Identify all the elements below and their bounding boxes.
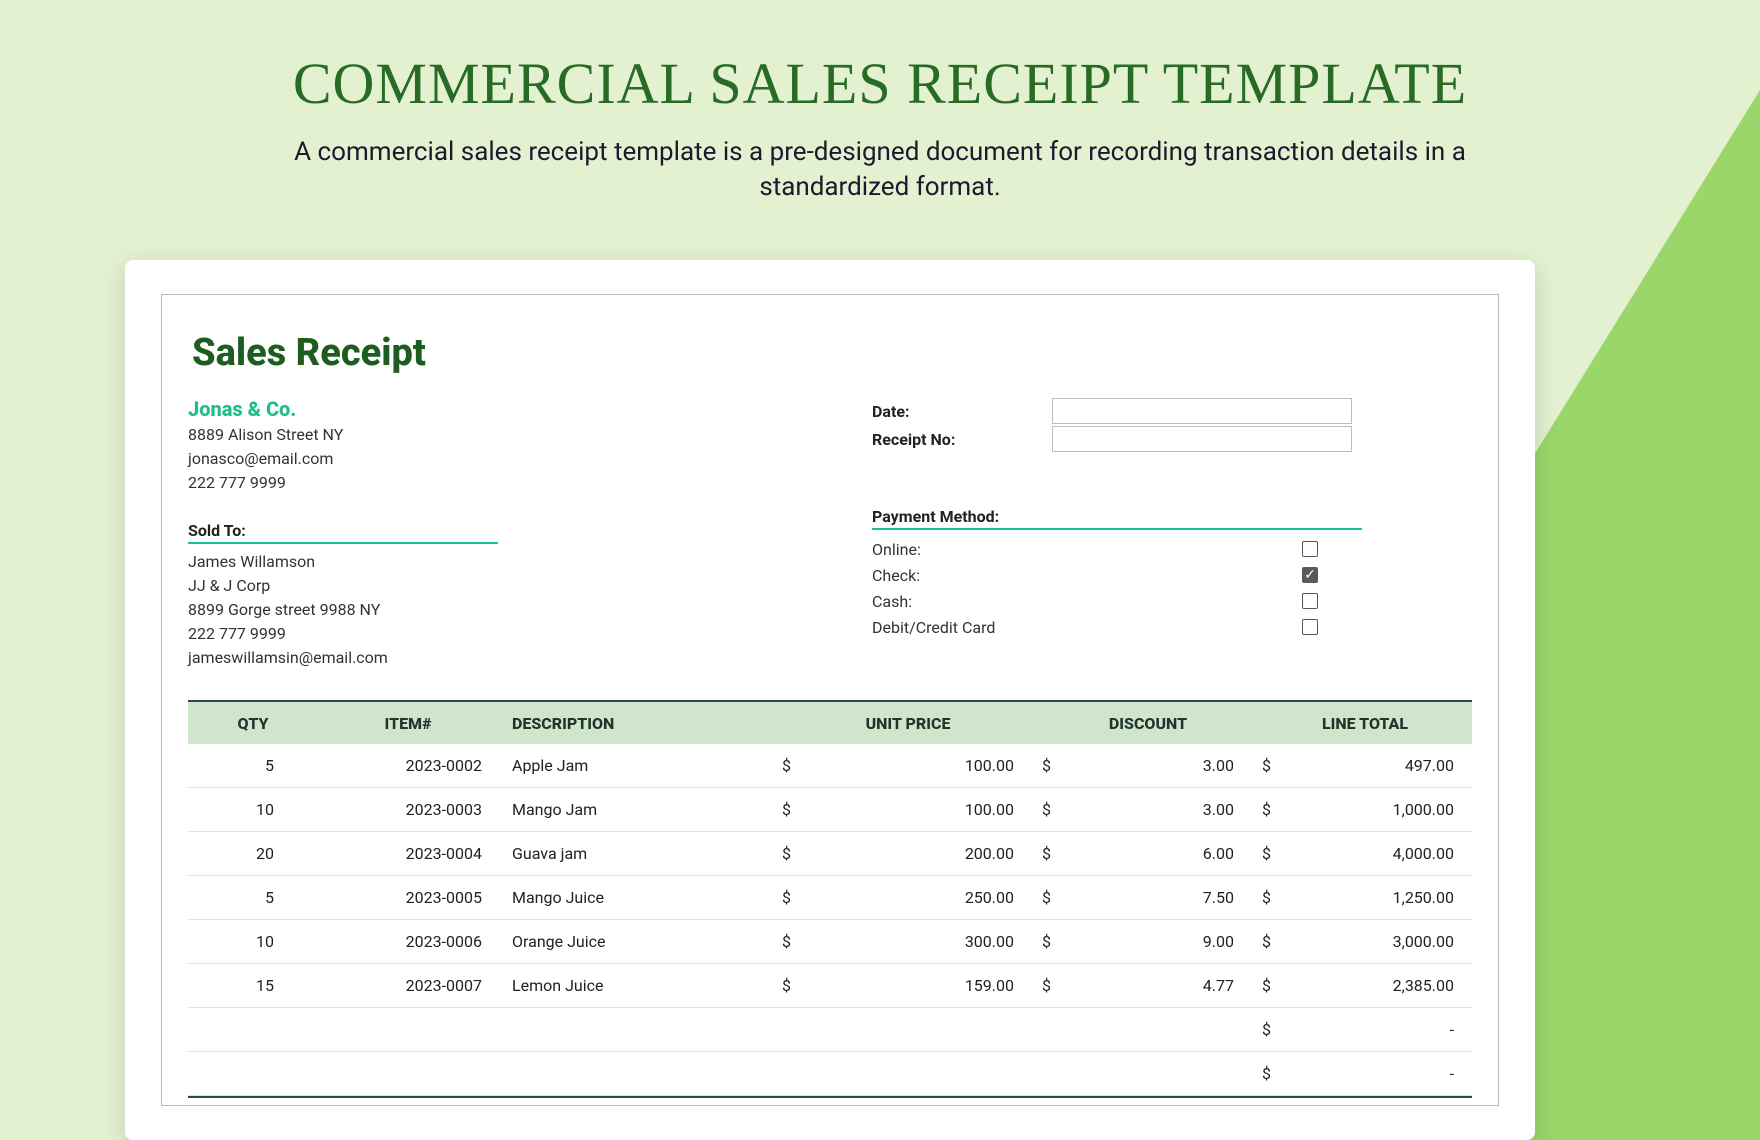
cell-qty: 15 [188, 976, 318, 995]
date-label: Date: [872, 402, 1052, 421]
sold-to-address: 8899 Gorge street 9988 NY [188, 598, 832, 622]
cell-unit-price: $300.00 [778, 932, 1038, 951]
company-phone: 222 777 9999 [188, 471, 832, 495]
sold-to-org: JJ & J Corp [188, 574, 832, 598]
divider [872, 528, 1362, 530]
receipt-no-input[interactable] [1052, 426, 1352, 452]
table-row: 102023-0003Mango Jam$100.00$3.00$1,000.0… [188, 788, 1472, 832]
cell-line-total: $1,000.00 [1258, 800, 1472, 819]
payment-option: Debit/Credit Card [872, 614, 1472, 640]
cell-discount: $4.77 [1038, 976, 1258, 995]
cell-item: 2023-0004 [318, 844, 498, 863]
cell-discount: $3.00 [1038, 800, 1258, 819]
company-name: Jonas & Co. [188, 397, 832, 421]
cell-qty: 10 [188, 800, 318, 819]
payment-checkbox[interactable] [1302, 541, 1318, 557]
cell-discount: $7.50 [1038, 888, 1258, 907]
sold-to-email: jameswillamsin@email.com [188, 646, 832, 670]
table-row: 152023-0007Lemon Juice$159.00$4.77$2,385… [188, 964, 1472, 1008]
th-disc: DISCOUNT [1038, 714, 1258, 733]
sold-to-name: James Willamson [188, 550, 832, 574]
cell-item: 2023-0003 [318, 800, 498, 819]
payment-option-label: Cash: [872, 592, 1302, 611]
cell-item: 2023-0005 [318, 888, 498, 907]
th-item: ITEM# [318, 714, 498, 733]
receipt-border: Sales Receipt Jonas & Co. 8889 Alison St… [161, 294, 1499, 1106]
cell-description: Mango Jam [498, 800, 778, 819]
cell-qty: 5 [188, 756, 318, 775]
table-row: $- [188, 1008, 1472, 1052]
cell-description: Lemon Juice [498, 976, 778, 995]
cell-unit-price: $250.00 [778, 888, 1038, 907]
company-email: jonasco@email.com [188, 447, 832, 471]
cell-description: Apple Jam [498, 756, 778, 775]
cell-qty: 10 [188, 932, 318, 951]
table-row: 202023-0004Guava jam$200.00$6.00$4,000.0… [188, 832, 1472, 876]
payment-checkbox[interactable]: ✓ [1302, 567, 1318, 583]
payment-checkbox[interactable] [1302, 619, 1318, 635]
company-address: 8889 Alison Street NY [188, 423, 832, 447]
receipt-card: Sales Receipt Jonas & Co. 8889 Alison St… [125, 260, 1535, 1140]
table-row: 102023-0006Orange Juice$300.00$9.00$3,00… [188, 920, 1472, 964]
th-desc: DESCRIPTION [498, 714, 778, 733]
payment-method-header: Payment Method: [872, 507, 1472, 526]
date-input[interactable] [1052, 398, 1352, 424]
sold-to-header: Sold To: [188, 521, 832, 540]
cell-qty: 20 [188, 844, 318, 863]
line-items-table: QTY ITEM# DESCRIPTION UNIT PRICE DISCOUN… [188, 700, 1472, 1098]
payment-option-label: Online: [872, 540, 1302, 559]
payment-option: Cash: [872, 588, 1472, 614]
payment-option-label: Check: [872, 566, 1302, 585]
cell-line-total: $497.00 [1258, 756, 1472, 775]
payment-option-label: Debit/Credit Card [872, 618, 1302, 637]
cell-description: Guava jam [498, 844, 778, 863]
table-row: 52023-0005Mango Juice$250.00$7.50$1,250.… [188, 876, 1472, 920]
cell-line-total: $1,250.00 [1258, 888, 1472, 907]
table-row: 52023-0002Apple Jam$100.00$3.00$497.00 [188, 744, 1472, 788]
cell-qty: 5 [188, 888, 318, 907]
cell-discount: $6.00 [1038, 844, 1258, 863]
document-title: Sales Receipt [192, 331, 1472, 375]
cell-line-total: $3,000.00 [1258, 932, 1472, 951]
payment-option: Online: [872, 536, 1472, 562]
cell-discount: $3.00 [1038, 756, 1258, 775]
cell-line-total: $- [1258, 1020, 1472, 1039]
cell-item: 2023-0007 [318, 976, 498, 995]
table-header-row: QTY ITEM# DESCRIPTION UNIT PRICE DISCOUN… [188, 702, 1472, 744]
cell-discount: $9.00 [1038, 932, 1258, 951]
cell-unit-price: $200.00 [778, 844, 1038, 863]
payment-option: Check:✓ [872, 562, 1472, 588]
cell-line-total: $4,000.00 [1258, 844, 1472, 863]
receipt-no-label: Receipt No: [872, 430, 1052, 449]
th-total: LINE TOTAL [1258, 714, 1472, 733]
cell-item: 2023-0006 [318, 932, 498, 951]
cell-unit-price: $100.00 [778, 756, 1038, 775]
cell-description: Mango Juice [498, 888, 778, 907]
th-qty: QTY [188, 714, 318, 733]
cell-line-total: $- [1258, 1064, 1472, 1083]
cell-item: 2023-0002 [318, 756, 498, 775]
cell-line-total: $2,385.00 [1258, 976, 1472, 995]
th-unit: UNIT PRICE [778, 714, 1038, 733]
table-row: $- [188, 1052, 1472, 1096]
cell-unit-price: $100.00 [778, 800, 1038, 819]
cell-unit-price: $159.00 [778, 976, 1038, 995]
sold-to-phone: 222 777 9999 [188, 622, 832, 646]
divider [188, 542, 498, 544]
cell-description: Orange Juice [498, 932, 778, 951]
payment-checkbox[interactable] [1302, 593, 1318, 609]
